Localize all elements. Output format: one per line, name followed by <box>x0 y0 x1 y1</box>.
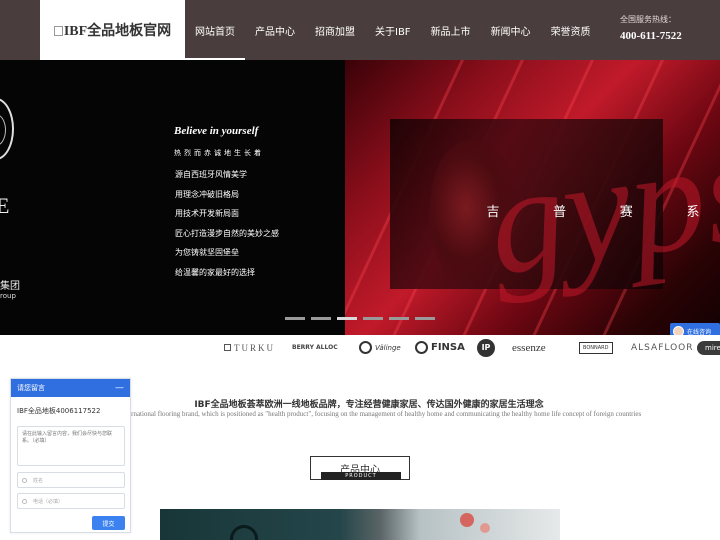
hero-banner[interactable]: E 集团 roup Believe in yourself 热烈而赤诚地生长着 … <box>0 60 720 335</box>
brand-logos: TURKU BERRY ALLOC Välinge FINSA IP essen… <box>0 335 720 360</box>
user-icon <box>22 477 27 483</box>
brand-label: BERRY ALLOC <box>292 344 338 351</box>
carousel-dot-2[interactable] <box>311 317 331 320</box>
message-widget-title: 请您留言 <box>17 384 45 392</box>
nav-about[interactable]: 关于IBF <box>365 0 421 60</box>
product-section-subtitle: PRODUCT <box>321 472 401 480</box>
brand-label: mire <box>697 340 720 355</box>
nav-label: 关于IBF <box>375 26 411 38</box>
online-consult-button[interactable]: 在线咨询 <box>670 323 720 335</box>
carousel-dot-5[interactable] <box>389 317 409 320</box>
nav-news[interactable]: 新闻中心 <box>481 0 541 60</box>
brand-alsafloor[interactable]: ALSAFLOOR <box>631 335 694 360</box>
flower-shape <box>480 523 490 533</box>
product-image[interactable] <box>160 509 560 540</box>
brand-seal-icon <box>0 98 14 160</box>
page: IBF全品地板官网 网站首页 产品中心 招商加盟 关于IBF 新品上市 新闻中心… <box>0 0 720 540</box>
series-title-char: 普 <box>553 205 567 220</box>
online-consult-label: 在线咨询 <box>687 329 712 335</box>
nav-honors[interactable]: 荣誉资质 <box>541 0 601 60</box>
brand-mire[interactable]: mire <box>697 335 720 360</box>
series-title-char: 赛 <box>619 205 633 220</box>
slogan-line: 用理念冲破旧格局 <box>175 189 239 199</box>
carousel-dot-3[interactable] <box>337 317 357 320</box>
brand-label: TURKU <box>234 342 275 353</box>
banner-group-cn: 集团 <box>0 281 20 292</box>
brand-ip[interactable]: IP <box>477 335 495 360</box>
hotline-label: 全国服务热线： <box>620 15 676 24</box>
nav-label: 招商加盟 <box>315 26 355 38</box>
name-input[interactable]: 姓名 <box>17 472 125 488</box>
phone-placeholder: 电话（必填） <box>33 498 64 505</box>
message-input[interactable] <box>17 426 125 466</box>
banner-left-panel: E 集团 roup Believe in yourself 热烈而赤诚地生长着 … <box>0 60 345 335</box>
message-widget-header: 请您留言 — <box>11 379 130 397</box>
logo-alt-text: IBF全品地板官网 <box>63 24 172 39</box>
brand-label: essenze <box>512 341 546 354</box>
logo-link[interactable]: IBF全品地板官网 <box>40 0 185 60</box>
nav-label: 新品上市 <box>430 26 471 38</box>
carousel-dot-4[interactable] <box>363 317 383 320</box>
brand-valinge[interactable]: Välinge <box>359 335 401 360</box>
series-title: 吉 普 赛 系 <box>483 201 703 220</box>
nav-label: 新闻中心 <box>490 26 531 38</box>
series-title-char: 系 <box>686 205 700 220</box>
agent-avatar-icon <box>673 326 684 335</box>
nav-label: 产品中心 <box>255 26 295 38</box>
banner-subtitle: 热烈而赤诚地生长着 <box>174 149 264 157</box>
intro-text-en: ernational flooring brand, which is posi… <box>128 410 642 418</box>
hotline: 全国服务热线： 400-611-7522 <box>620 14 682 42</box>
series-title-char: 吉 <box>486 205 500 220</box>
brand-essenze[interactable]: essenze <box>512 335 546 360</box>
brand-berry-alloc[interactable]: BERRY ALLOC <box>292 335 338 360</box>
carousel-dots <box>285 317 441 320</box>
slogan-line: 用技术开发新局面 <box>175 209 239 218</box>
turku-icon <box>224 344 231 351</box>
brand-finsa[interactable]: FINSA <box>415 335 465 360</box>
nav-products[interactable]: 产品中心 <box>245 0 305 60</box>
logo-image: IBF全品地板官网 <box>53 20 172 40</box>
slogan-line: 源自西班牙风情美学 <box>175 170 247 179</box>
product-section-heading: 产品中心 PRODUCT <box>310 456 410 480</box>
carousel-dot-1[interactable] <box>285 317 305 320</box>
brand-label: Välinge <box>375 343 401 352</box>
slogan-line: 给温馨的家最好的选择 <box>175 267 255 277</box>
nav-home[interactable]: 网站首页 <box>185 0 245 60</box>
banner-script-title: Believe in yourself <box>174 125 259 137</box>
carousel-dot-6[interactable] <box>415 317 435 320</box>
slogan-line: 匠心打造漫步自然的美妙之感 <box>175 228 279 238</box>
main-nav: 网站首页 产品中心 招商加盟 关于IBF 新品上市 新闻中心 荣誉资质 <box>185 0 601 60</box>
brand-turku[interactable]: TURKU <box>224 335 275 360</box>
brand-bonnard[interactable]: BONNARD <box>579 335 613 360</box>
nav-franchise[interactable]: 招商加盟 <box>305 0 365 60</box>
banner-left-letter: E <box>0 193 10 218</box>
minimize-icon[interactable]: — <box>115 383 124 393</box>
brand-label: IP <box>477 338 495 357</box>
broken-image-icon <box>53 26 63 36</box>
finsa-icon <box>415 341 428 354</box>
site-header: IBF全品地板官网 网站首页 产品中心 招商加盟 关于IBF 新品上市 新闻中心… <box>0 0 720 60</box>
phone-input[interactable]: 电话（必填） <box>17 493 125 509</box>
slogan-line: 为您铸就坚固堡垒 <box>175 248 239 257</box>
nav-label: 荣誉资质 <box>550 26 591 38</box>
nav-label: 网站首页 <box>195 26 235 38</box>
valinge-icon <box>359 341 372 354</box>
banner-group-en: roup <box>0 292 16 300</box>
lamp-shape <box>230 525 258 540</box>
name-placeholder: 姓名 <box>33 477 44 484</box>
banner-slogans: 源自西班牙风情美学 用理念冲破旧格局 用技术开发新局面 匠心打造漫步自然的美妙之… <box>175 168 279 285</box>
hotline-number[interactable]: 400-611-7522 <box>620 30 682 42</box>
brand-label: FINSA <box>431 342 465 353</box>
phone-icon <box>22 498 27 504</box>
message-widget-company: IBF全品地板4006117522 <box>17 407 101 415</box>
brand-label: ALSAFLOOR <box>631 342 694 353</box>
message-widget: 请您留言 — IBF全品地板4006117522 姓名 电话（必填） 提交 <box>10 378 131 533</box>
nav-new-products[interactable]: 新品上市 <box>421 0 481 60</box>
flower-shape <box>460 513 474 527</box>
brand-label: BONNARD <box>579 341 613 354</box>
submit-button[interactable]: 提交 <box>92 516 125 530</box>
